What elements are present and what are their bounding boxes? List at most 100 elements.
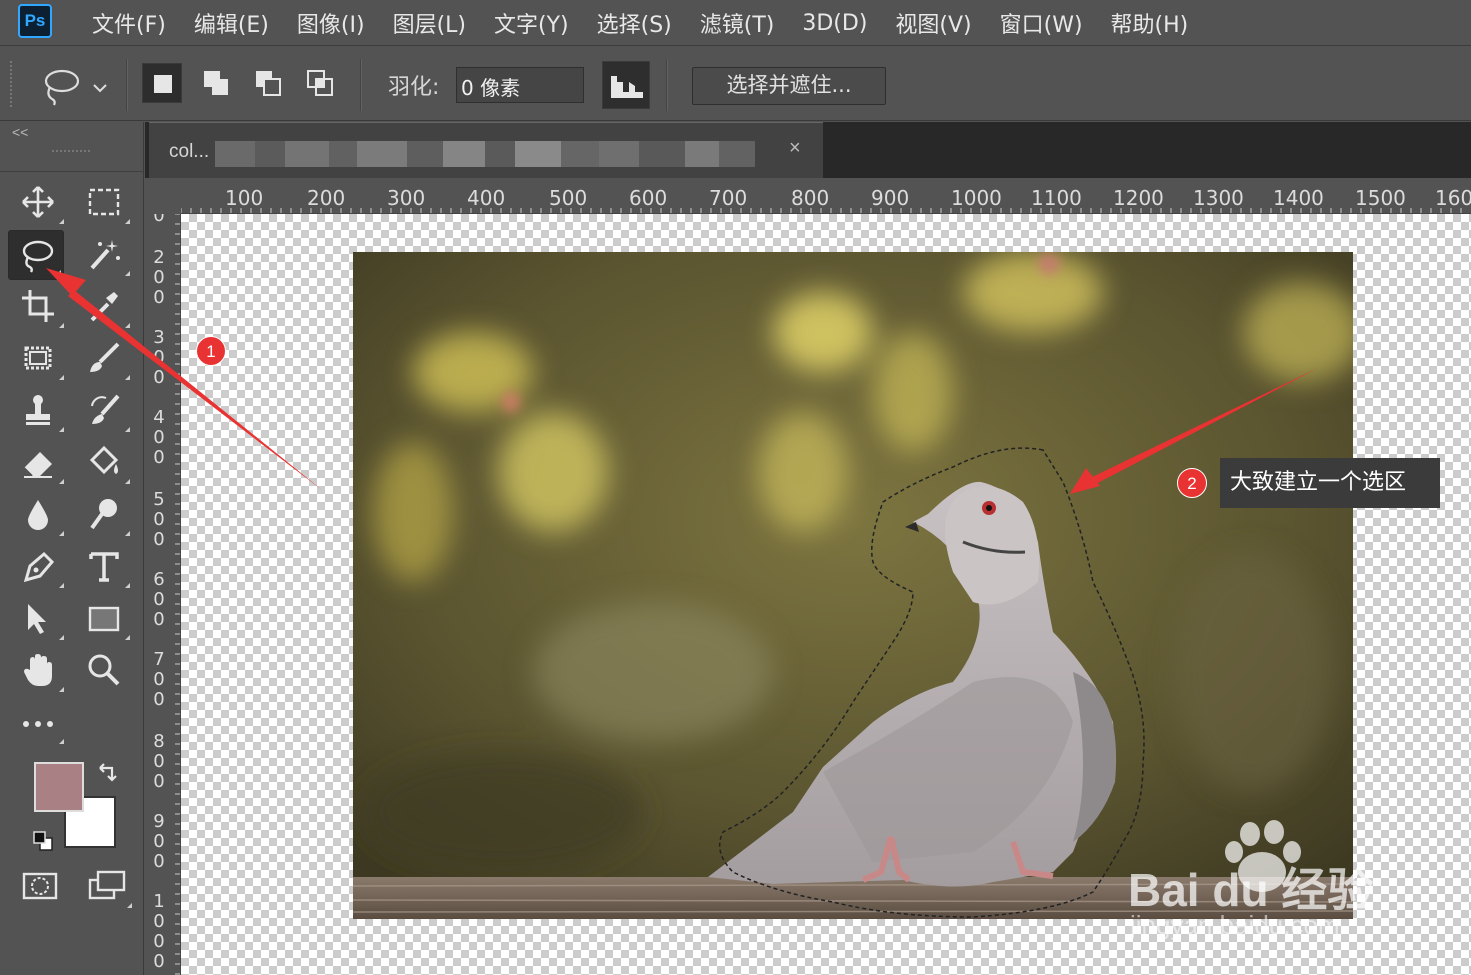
ruler-label: 500 bbox=[549, 186, 588, 210]
lasso-tool[interactable] bbox=[8, 230, 64, 280]
menu-type[interactable]: 文字(Y) bbox=[480, 7, 583, 39]
eraser-tool[interactable] bbox=[10, 438, 66, 488]
zoom-tool[interactable] bbox=[76, 646, 132, 696]
ruler-label: 0 bbox=[153, 214, 165, 226]
ruler-label: 300 bbox=[153, 327, 165, 388]
type-tool[interactable] bbox=[76, 542, 132, 592]
options-grip[interactable] bbox=[10, 61, 14, 107]
brush-tool[interactable] bbox=[76, 334, 132, 384]
subtract-selection-button[interactable] bbox=[248, 63, 288, 103]
ruler-label: 600 bbox=[629, 186, 668, 210]
lasso-selection-outline bbox=[718, 447, 1145, 918]
magic-wand-tool[interactable] bbox=[76, 230, 132, 280]
select-and-mask-button[interactable]: 选择并遮住... bbox=[692, 67, 886, 105]
tools-panel-header[interactable] bbox=[0, 142, 144, 172]
watermark-url: jingyan.baidu.com bbox=[1130, 910, 1340, 940]
close-tab-icon[interactable]: × bbox=[789, 137, 801, 160]
separator bbox=[126, 59, 128, 111]
dove-photo bbox=[353, 252, 1353, 919]
path-selection-tool[interactable] bbox=[10, 594, 66, 644]
anti-alias-button[interactable] bbox=[602, 61, 650, 109]
vertical-ruler[interactable]: 0 200 300 400 500 600 700 800 900 1000 bbox=[145, 214, 181, 975]
menu-select[interactable]: 选择(S) bbox=[583, 7, 686, 39]
clone-stamp-tool[interactable] bbox=[10, 386, 66, 436]
callout-label: 大致建立一个选区 bbox=[1220, 458, 1440, 508]
ruler-label: 400 bbox=[467, 186, 506, 210]
ruler-label: 200 bbox=[307, 186, 346, 210]
menu-edit[interactable]: 编辑(E) bbox=[180, 7, 283, 39]
quick-mask-button[interactable] bbox=[12, 862, 68, 912]
default-colors-button[interactable] bbox=[32, 830, 54, 857]
new-selection-icon bbox=[154, 75, 172, 93]
tool-preset-picker[interactable] bbox=[38, 65, 120, 107]
blur-tool[interactable] bbox=[10, 490, 66, 540]
ruler-label: 1400 bbox=[1273, 186, 1324, 210]
add-to-selection-button[interactable] bbox=[196, 63, 236, 103]
pen-tool[interactable] bbox=[10, 542, 66, 592]
ruler-origin[interactable] bbox=[145, 178, 181, 214]
stamp-icon bbox=[26, 395, 50, 425]
paint-bucket-tool[interactable] bbox=[76, 438, 132, 488]
horizontal-ruler[interactable]: 100 200 300 400 500 600 700 800 900 1000… bbox=[181, 178, 1471, 214]
menu-3d[interactable]: 3D(D) bbox=[788, 11, 881, 36]
menu-filter[interactable]: 滤镜(T) bbox=[686, 7, 789, 39]
move-icon bbox=[22, 186, 54, 218]
ruler-label: 900 bbox=[871, 186, 910, 210]
menu-view[interactable]: 视图(V) bbox=[881, 7, 985, 39]
eyedropper-icon bbox=[90, 292, 118, 322]
ruler-label: 1200 bbox=[1113, 186, 1164, 210]
menu-image[interactable]: 图像(I) bbox=[283, 7, 379, 39]
hand-icon bbox=[24, 654, 52, 686]
intersect-selection-icon bbox=[307, 70, 333, 96]
collapse-panel-button[interactable]: << bbox=[12, 124, 28, 140]
ruler-label: 700 bbox=[709, 186, 748, 210]
anti-alias-icon bbox=[611, 76, 643, 98]
crop-icon bbox=[22, 290, 54, 322]
rectangle-tool[interactable] bbox=[76, 594, 132, 644]
swap-colors-button[interactable] bbox=[96, 762, 120, 791]
crop-tool[interactable] bbox=[10, 282, 66, 332]
lasso-preset-icon bbox=[44, 69, 107, 106]
ruler-label: 900 bbox=[153, 811, 165, 872]
options-bar: 羽化: 0 像素 选择并遮住... bbox=[0, 47, 1471, 121]
intersect-selection-button[interactable] bbox=[300, 63, 340, 103]
paint-bucket-icon bbox=[89, 445, 119, 475]
screen-mode-icon bbox=[88, 870, 126, 900]
ruler-label: 300 bbox=[387, 186, 426, 210]
document-tab[interactable]: col... × bbox=[149, 122, 823, 178]
add-selection-icon bbox=[204, 71, 228, 95]
ruler-label: 1000 bbox=[951, 186, 1002, 210]
screen-mode-button[interactable] bbox=[78, 862, 134, 912]
foreground-color-swatch[interactable] bbox=[34, 762, 84, 812]
hand-tool[interactable] bbox=[10, 646, 66, 696]
magnifier-icon bbox=[88, 654, 120, 686]
feather-input[interactable]: 0 像素 bbox=[456, 67, 584, 103]
more-tools-button[interactable] bbox=[10, 698, 66, 748]
ruler-label: 1100 bbox=[1031, 186, 1082, 210]
eyedropper-tool[interactable] bbox=[76, 282, 132, 332]
frame-icon bbox=[24, 346, 52, 370]
menu-help[interactable]: 帮助(H) bbox=[1097, 7, 1203, 39]
ruler-label: 1500 bbox=[1355, 186, 1406, 210]
tools-panel: << bbox=[0, 122, 144, 975]
separator bbox=[360, 59, 362, 111]
magic-wand-icon bbox=[90, 240, 120, 270]
move-tool[interactable] bbox=[10, 178, 66, 228]
menu-layer[interactable]: 图层(L) bbox=[379, 7, 480, 39]
step-badge-1: 1 bbox=[196, 336, 226, 366]
type-icon bbox=[89, 552, 119, 582]
frame-tool[interactable] bbox=[10, 334, 66, 384]
menu-bar: Ps 文件(F) 编辑(E) 图像(I) 图层(L) 文字(Y) 选择(S) 滤… bbox=[0, 0, 1471, 46]
new-selection-button[interactable] bbox=[142, 63, 182, 103]
rect-marquee-tool[interactable] bbox=[76, 178, 132, 228]
ruler-label: 1300 bbox=[1193, 186, 1244, 210]
menu-window[interactable]: 窗口(W) bbox=[986, 7, 1097, 39]
menu-file[interactable]: 文件(F) bbox=[78, 7, 180, 39]
history-brush-tool[interactable] bbox=[76, 386, 132, 436]
ruler-label: 400 bbox=[153, 407, 165, 468]
redacted-title bbox=[215, 141, 755, 167]
ruler-label: 500 bbox=[153, 489, 165, 550]
dodge-tool[interactable] bbox=[76, 490, 132, 540]
photoshop-logo[interactable]: Ps bbox=[18, 4, 52, 38]
rectangle-icon bbox=[88, 606, 120, 632]
